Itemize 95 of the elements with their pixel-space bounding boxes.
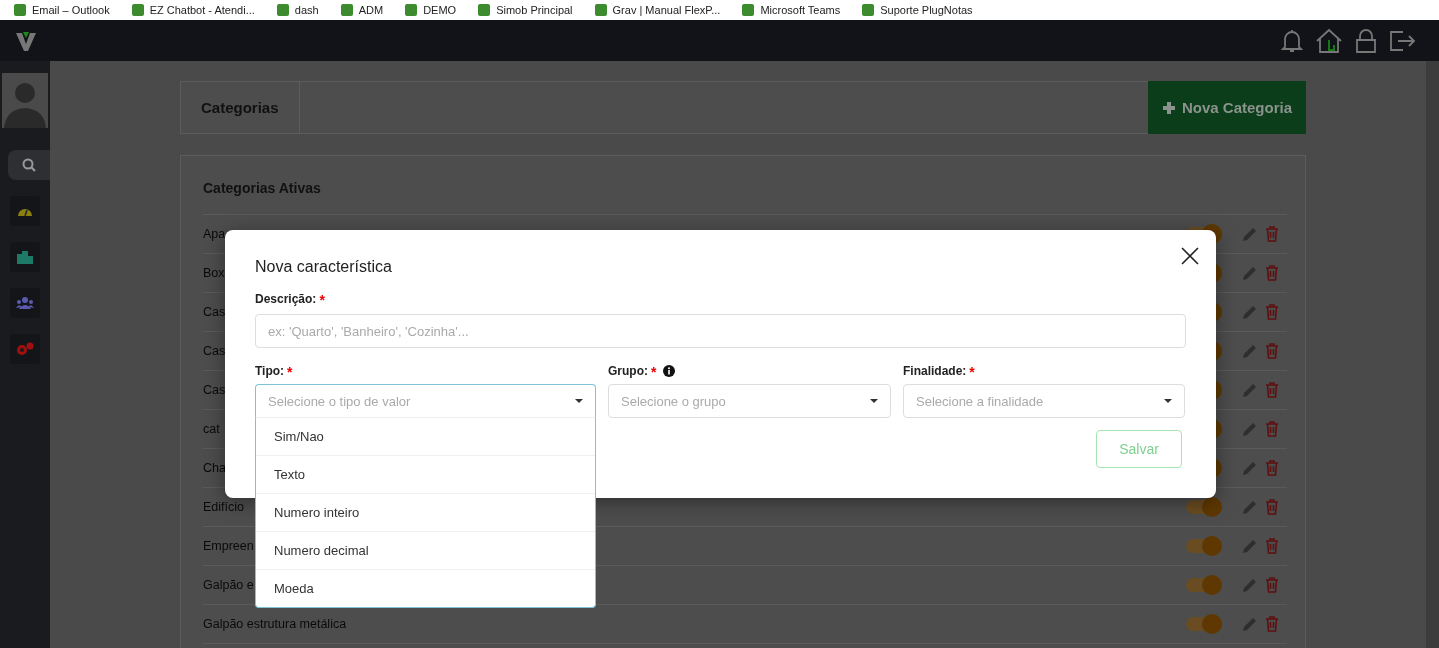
plus-icon — [1161, 100, 1176, 115]
category-name: Apa — [203, 227, 226, 241]
category-name: Cha — [203, 461, 226, 475]
trash-icon[interactable] — [1265, 616, 1279, 632]
pencil-icon[interactable] — [1242, 460, 1257, 476]
favicon-icon — [131, 4, 144, 16]
pencil-icon[interactable] — [1242, 382, 1257, 398]
category-name: Galpão estrutura metálica — [203, 617, 347, 631]
pencil-icon[interactable] — [1242, 304, 1257, 320]
users-button[interactable] — [10, 288, 40, 318]
category-name: cat — [203, 422, 220, 436]
trash-icon[interactable] — [1265, 499, 1279, 515]
toggle-switch[interactable] — [1186, 536, 1222, 556]
field-label: Descrição: — [255, 292, 317, 306]
new-category-button[interactable]: Nova Categoria — [1147, 81, 1306, 134]
logout-icon[interactable] — [1389, 28, 1417, 53]
trash-icon[interactable] — [1265, 343, 1279, 359]
dropdown-option[interactable]: Numero inteiro — [256, 494, 595, 532]
bookmark-link[interactable]: DEMO — [405, 4, 457, 16]
category-name: Empreen — [203, 539, 254, 553]
trash-icon[interactable] — [1265, 304, 1279, 320]
category-name: Cas — [203, 305, 226, 319]
trash-icon[interactable] — [1265, 382, 1279, 398]
search-button[interactable] — [8, 150, 50, 180]
page-title: Categorias — [181, 82, 300, 133]
home-icon[interactable] — [1315, 27, 1343, 54]
caret-icon — [575, 399, 583, 403]
bookmark-link[interactable]: ADM — [340, 4, 384, 16]
modal-title: Nova característica — [255, 258, 393, 276]
info-icon[interactable] — [663, 365, 676, 377]
bell-icon[interactable] — [1281, 27, 1303, 54]
pencil-icon[interactable] — [1242, 538, 1257, 554]
required-mark: * — [319, 292, 325, 308]
bookmark-link[interactable]: Microsoft Teams — [742, 4, 841, 16]
bookmark-link[interactable]: Grav | Manual FlexP... — [594, 4, 721, 16]
field-label: Tipo: — [255, 364, 285, 378]
close-icon[interactable] — [1181, 247, 1199, 265]
dropdown-option[interactable]: Moeda — [256, 570, 595, 607]
settings-button[interactable] — [10, 334, 40, 364]
toggle-switch[interactable] — [1186, 614, 1222, 634]
caret-icon — [870, 399, 878, 403]
required-mark: * — [969, 364, 975, 380]
people-icon — [16, 297, 34, 309]
category-name: Edifício — [203, 500, 244, 514]
toggle-switch[interactable] — [1186, 575, 1222, 595]
bookmark-link[interactable]: Suporte PlugNotas — [862, 4, 973, 16]
pencil-icon[interactable] — [1242, 343, 1257, 359]
category-name: Box — [203, 266, 225, 280]
buildings-button[interactable] — [10, 242, 40, 272]
search-icon — [22, 158, 36, 172]
gears-icon — [16, 342, 34, 356]
caret-icon — [1164, 399, 1172, 403]
field-label: Finalidade: — [903, 364, 967, 378]
bookmark-link[interactable]: EZ Chatbot - Atendi... — [131, 4, 255, 16]
favicon-icon — [340, 4, 353, 16]
pencil-icon[interactable] — [1242, 226, 1257, 242]
category-name: Cas — [203, 383, 226, 397]
list-title: Categorias Ativas — [203, 180, 1287, 215]
avatar-icon — [2, 73, 48, 128]
favicon-icon — [742, 4, 755, 16]
v-logo-icon[interactable] — [15, 29, 37, 52]
field-label: Grupo: — [608, 364, 648, 378]
scrollbar[interactable] — [1426, 61, 1439, 648]
lock-icon[interactable] — [1355, 27, 1377, 54]
dropdown-option[interactable]: Sim/Nao — [256, 418, 595, 456]
required-mark: * — [287, 364, 293, 380]
bookmark-link[interactable]: dash — [276, 4, 319, 16]
pencil-icon[interactable] — [1242, 421, 1257, 437]
description-field[interactable]: ex: 'Quarto', 'Banheiro', 'Cozinha'... — [255, 314, 1186, 348]
trash-icon[interactable] — [1265, 421, 1279, 437]
favicon-icon — [14, 4, 26, 16]
trash-icon[interactable] — [1265, 460, 1279, 476]
buildings-icon — [17, 250, 33, 264]
trash-icon[interactable] — [1265, 577, 1279, 593]
bookmark-link[interactable]: Email – Outlook — [14, 4, 110, 16]
pencil-icon[interactable] — [1242, 265, 1257, 281]
trash-icon[interactable] — [1265, 265, 1279, 281]
category-name: Cas — [203, 344, 226, 358]
bookmark-link[interactable]: Simob Principal — [478, 4, 573, 16]
toggle-switch[interactable] — [1186, 497, 1222, 517]
pencil-icon[interactable] — [1242, 499, 1257, 515]
dropdown-option[interactable]: Texto — [256, 456, 595, 494]
favicon-icon — [862, 4, 875, 16]
required-mark: * — [651, 364, 657, 380]
dropdown-option[interactable]: Numero decimal — [256, 532, 595, 570]
pencil-icon[interactable] — [1242, 577, 1257, 593]
trash-icon[interactable] — [1265, 226, 1279, 242]
favicon-icon — [594, 4, 607, 16]
favicon-icon — [478, 4, 491, 16]
favicon-icon — [405, 4, 418, 16]
dashboard-button[interactable] — [10, 196, 40, 226]
pencil-icon[interactable] — [1242, 616, 1257, 632]
favicon-icon — [276, 4, 289, 16]
category-name: Galpão e — [203, 578, 254, 592]
trash-icon[interactable] — [1265, 538, 1279, 554]
